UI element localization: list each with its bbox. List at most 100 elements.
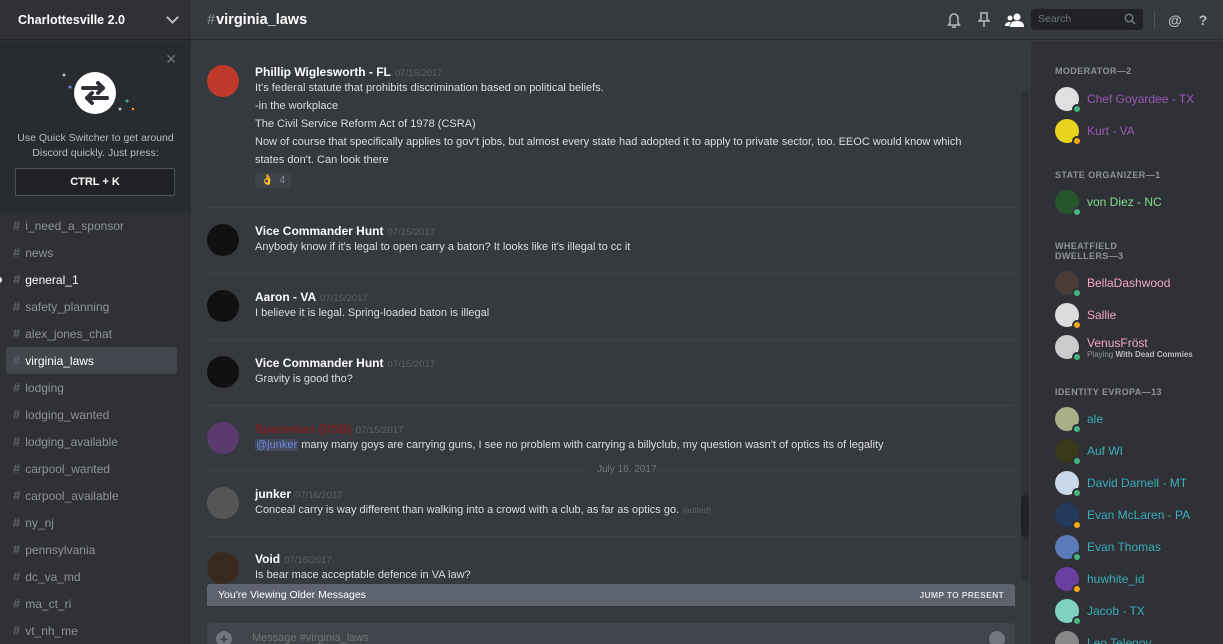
- member-item[interactable]: Chef Goyardee - TX: [1055, 85, 1194, 114]
- member-item[interactable]: Evan McLaren - PA: [1055, 501, 1190, 530]
- member-item[interactable]: VenusFröst Playing With Dead Commies: [1055, 333, 1193, 362]
- member-activity: Playing With Dead Commies: [1087, 349, 1193, 359]
- message-divider: [207, 207, 1015, 208]
- role-heading: MODERATOR—2: [1055, 66, 1132, 76]
- channel-item-vt-nh-me[interactable]: # vt_nh_me: [6, 617, 177, 644]
- member-item[interactable]: ale: [1055, 405, 1104, 434]
- user-avatar[interactable]: [207, 65, 239, 97]
- hash-icon: #: [13, 488, 21, 503]
- member-item[interactable]: Evan Thomas: [1055, 533, 1161, 562]
- edited-label: (edited): [682, 505, 712, 515]
- status-indicator: [1072, 488, 1082, 498]
- member-avatar: [1055, 471, 1082, 498]
- jump-to-present-button[interactable]: JUMP TO PRESENT: [920, 590, 1004, 600]
- message-text: Conceal carry is way different than walk…: [255, 504, 712, 516]
- chevron-down-icon[interactable]: [166, 10, 179, 24]
- message-author[interactable]: Aaron - VA: [255, 290, 316, 304]
- channel-item-carpool-available[interactable]: # carpool_available: [6, 482, 177, 509]
- close-icon[interactable]: ✕: [165, 51, 177, 68]
- member-name: BellaDashwood: [1087, 276, 1171, 290]
- pin-icon[interactable]: [975, 11, 993, 29]
- message: Aaron - VA 07/15/2017 I believe it is lega…: [207, 290, 1015, 322]
- member-name: VenusFröst: [1087, 335, 1148, 350]
- message-input[interactable]: [252, 632, 952, 644]
- date-divider-line: [653, 470, 1015, 471]
- channel-item-dc-va-md[interactable]: # dc_va_md: [6, 563, 177, 590]
- user-avatar[interactable]: [207, 552, 239, 584]
- member-avatar: [1055, 503, 1082, 530]
- bell-icon[interactable]: [945, 11, 963, 29]
- channel-item-i-need-a-sponsor[interactable]: # i_need_a_sponsor: [6, 212, 177, 239]
- member-item[interactable]: Kurt - VA: [1055, 117, 1135, 146]
- message-timestamp: 07/15/2017: [320, 293, 368, 304]
- message-text: states don't. Can look there: [255, 154, 389, 166]
- message-author[interactable]: Phillip Wiglesworth - FL: [255, 65, 391, 79]
- channel-item-alex-jones-chat[interactable]: # alex_jones_chat: [6, 320, 177, 347]
- members-icon[interactable]: [1004, 11, 1026, 29]
- role-heading: IDENTITY EVROPA—13: [1055, 387, 1162, 397]
- user-avatar[interactable]: [207, 290, 239, 322]
- user-avatar[interactable]: [207, 224, 239, 256]
- channel-item-virginia-laws[interactable]: # virginia_laws: [6, 347, 177, 374]
- hash-icon: #: [13, 596, 21, 611]
- member-item[interactable]: Jacob - TX: [1055, 597, 1145, 626]
- quick-switcher-shortcut: CTRL + K: [15, 168, 175, 196]
- user-avatar[interactable]: [207, 356, 239, 388]
- reaction-count: 4: [279, 175, 286, 186]
- message-list[interactable]: July 16, 2017 Phillip Wiglesworth - FL 07…: [191, 41, 1031, 601]
- channel-item-news[interactable]: # news: [6, 239, 177, 266]
- mentions-icon[interactable]: @: [1166, 11, 1184, 29]
- message-divider: [207, 536, 1015, 537]
- scrollbar-thumb[interactable]: [1021, 495, 1029, 537]
- message-divider: [207, 273, 1015, 274]
- channel-item-general-1[interactable]: # general_1: [0, 266, 177, 293]
- member-item[interactable]: BellaDashwood: [1055, 269, 1171, 298]
- channel-item-carpool-wanted[interactable]: # carpool_wanted: [6, 455, 177, 482]
- user-avatar[interactable]: [207, 422, 239, 454]
- member-item[interactable]: David Darnell - MT: [1055, 469, 1187, 498]
- channel-item-safety-planning[interactable]: # safety_planning: [6, 293, 177, 320]
- member-avatar: [1055, 599, 1082, 626]
- member-avatar: [1055, 87, 1082, 114]
- search-input[interactable]: Search: [1031, 9, 1143, 30]
- message-author[interactable]: Void: [255, 552, 280, 566]
- channel-item-lodging[interactable]: # lodging: [6, 374, 177, 401]
- member-item[interactable]: Sallie: [1055, 301, 1116, 330]
- status-indicator: [1072, 520, 1082, 530]
- hash-icon: #: [13, 353, 21, 368]
- channel-item-label: virginia_laws: [25, 353, 94, 368]
- member-item[interactable]: Auf WI: [1055, 437, 1123, 466]
- member-name: Leo Telegov: [1087, 636, 1152, 644]
- user-avatar[interactable]: [207, 487, 239, 519]
- upload-plus-icon[interactable]: +: [216, 631, 232, 644]
- date-divider-line: [207, 470, 587, 471]
- message-author[interactable]: Vice Commander Hunt: [255, 224, 383, 238]
- user-mention[interactable]: @junker: [255, 439, 299, 451]
- member-item[interactable]: Leo Telegov: [1055, 629, 1152, 644]
- server-header[interactable]: Charlottesville 2.0: [0, 0, 191, 40]
- hash-icon: #: [13, 380, 21, 395]
- member-item[interactable]: huwhite_id: [1055, 565, 1144, 594]
- message-author[interactable]: Vice Commander Hunt: [255, 356, 383, 370]
- member-item[interactable]: von Diez - NC: [1055, 188, 1162, 217]
- emoji-icon[interactable]: [989, 631, 1005, 644]
- channel-item-ma-ct-ri[interactable]: # ma_ct_ri: [6, 590, 177, 617]
- message-reaction[interactable]: 👌 4: [255, 173, 292, 188]
- message: Void 07/16/2017 Is bear mace acceptable de…: [207, 552, 1015, 584]
- help-icon[interactable]: ?: [1194, 11, 1212, 29]
- status-indicator: [1072, 207, 1082, 217]
- message-author[interactable]: Spaceman (DSB): [255, 422, 352, 436]
- channel-item-lodging-wanted[interactable]: # lodging_wanted: [6, 401, 177, 428]
- message: Vice Commander Hunt 07/15/2017 Gravity is …: [207, 356, 1015, 388]
- member-name: von Diez - NC: [1087, 195, 1162, 209]
- message-author[interactable]: junker: [255, 487, 291, 501]
- channel-item-ny-nj[interactable]: # ny_nj: [6, 509, 177, 536]
- status-indicator: [1072, 104, 1082, 114]
- channel-list: # i_need_a_sponsor # news # general_1 # safety_…: [0, 212, 191, 644]
- hash-icon: #: [13, 272, 21, 287]
- channel-item-pennsylvania[interactable]: # pennsylvania: [6, 536, 177, 563]
- channel-item-label: pennsylvania: [25, 542, 96, 557]
- search-icon: [1124, 13, 1136, 25]
- channel-item-lodging-available[interactable]: # lodging_available: [6, 428, 177, 455]
- member-name: ale: [1087, 412, 1104, 426]
